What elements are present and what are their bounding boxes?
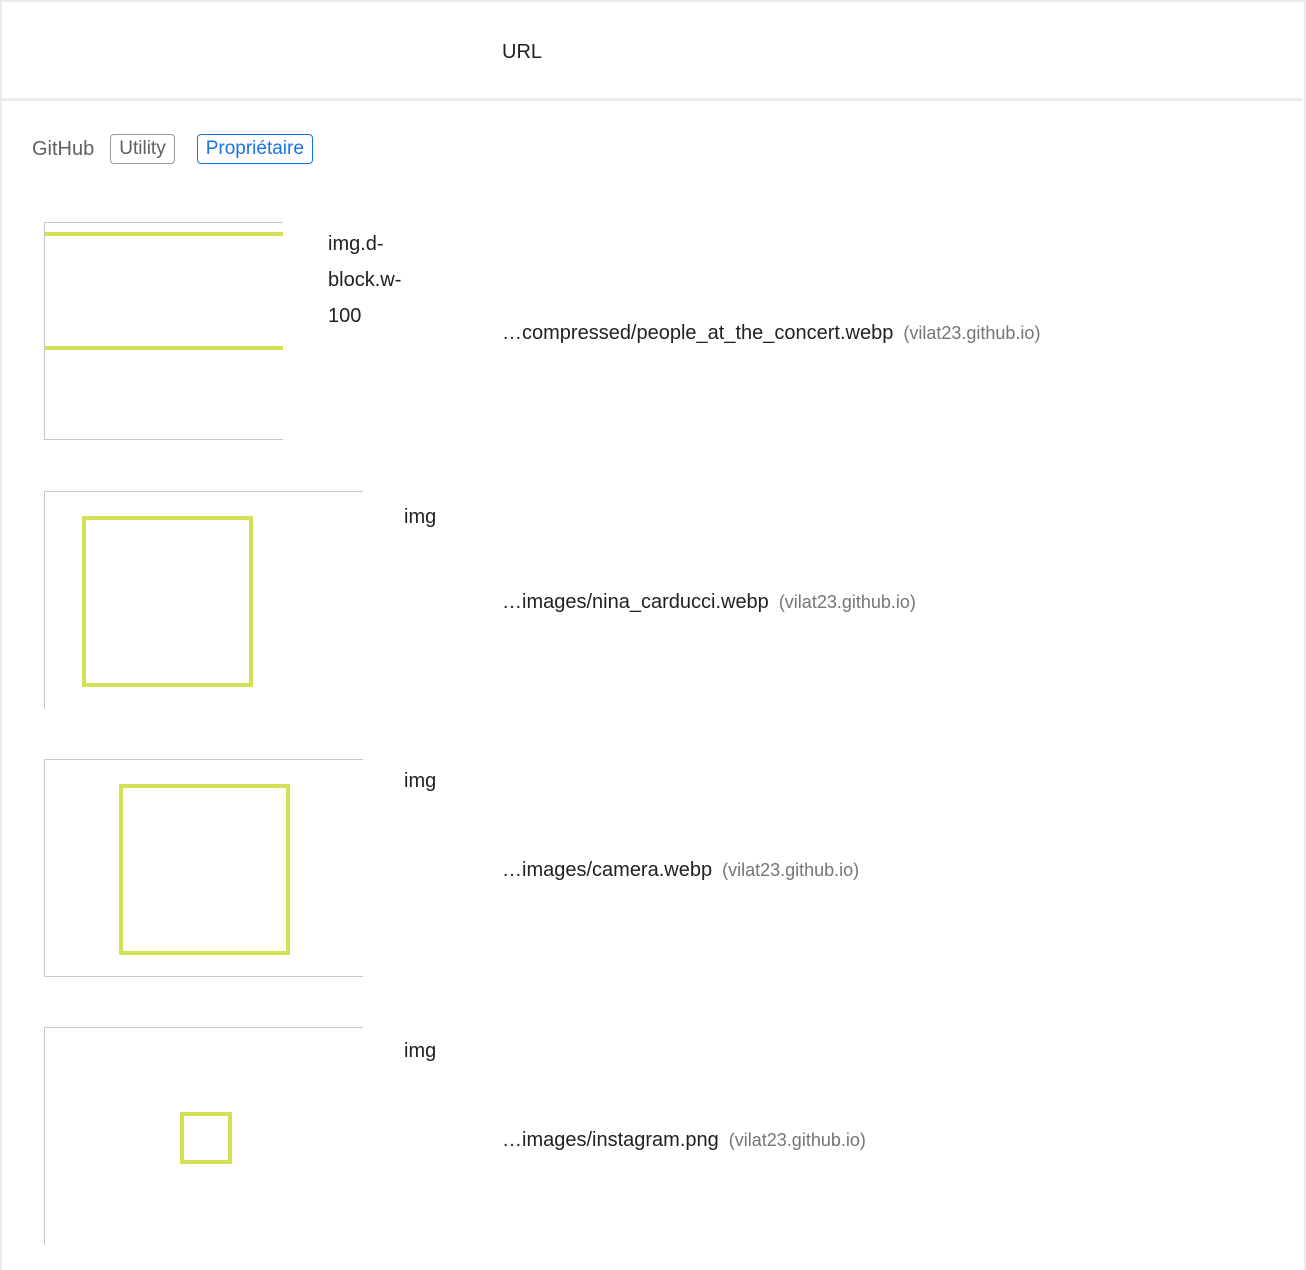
url-path: …images/camera.webp (502, 859, 713, 881)
resource-url[interactable]: …compressed/people_at_the_concert.webp (v… (502, 321, 1040, 345)
url-path: …images/nina_carducci.webp (502, 591, 769, 613)
owner-badge: Propriétaire (196, 134, 313, 164)
resource-url[interactable]: …images/camera.webp (vilat23.github.io) (502, 858, 859, 882)
resource-url[interactable]: …images/nina_carducci.webp (vilat23.githu… (502, 590, 916, 614)
element-screenshot-thumbnail (44, 1027, 363, 1245)
highlight-line-top (45, 232, 283, 236)
url-path: …compressed/people_at_the_concert.webp (502, 322, 894, 344)
node-label: img (404, 506, 437, 528)
entity-name: GitHub (32, 137, 95, 160)
url-host: (vilat23.github.io) (778, 592, 916, 612)
element-screenshot-thumbnail (44, 759, 363, 977)
url-path: …images/instagram.png (502, 1129, 719, 1151)
highlight-line-bottom (45, 346, 283, 350)
url-host: (vilat23.github.io) (728, 1130, 866, 1150)
node-label: img (404, 770, 437, 792)
url-host: (vilat23.github.io) (903, 323, 1041, 343)
entity-group-row: GitHub Utility Propriétaire (32, 131, 335, 167)
resource-url[interactable]: …images/instagram.png (vilat23.github.io) (502, 1128, 866, 1152)
table-header: URL (0, 0, 1302, 101)
element-screenshot-thumbnail (44, 491, 363, 709)
highlight-box (82, 516, 253, 687)
node-label: img.d- block.w- 100 (328, 233, 402, 327)
url-host: (vilat23.github.io) (722, 860, 860, 880)
highlight-box (180, 1112, 232, 1164)
highlight-box (119, 784, 290, 955)
url-column-header: URL (502, 41, 543, 63)
utility-badge: Utility (110, 134, 175, 164)
element-screenshot-thumbnail (44, 222, 283, 440)
node-label: img (404, 1040, 437, 1062)
